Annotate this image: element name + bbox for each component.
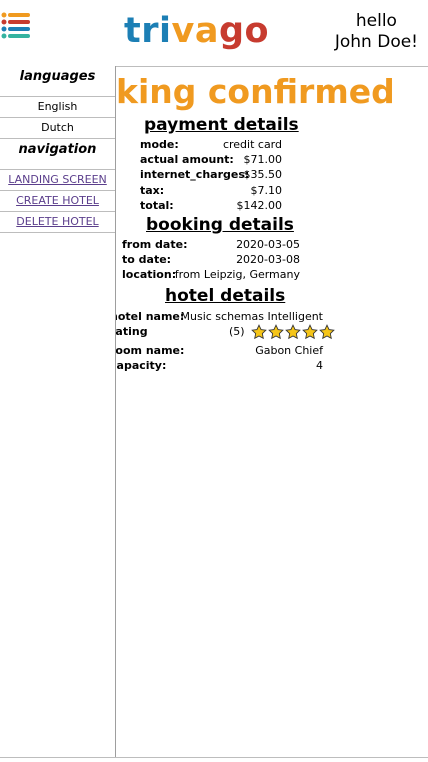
room-name-value: Gabon Chief (255, 344, 323, 357)
payment-label: actual amount: (140, 153, 234, 166)
greeting-line-1: hello (355, 11, 397, 31)
star-icon (319, 324, 335, 340)
languages-heading: languages (19, 69, 96, 84)
language-english[interactable]: English (0, 96, 115, 117)
payment-label: mode: (140, 138, 179, 151)
payment-value: $35.50 (243, 168, 283, 181)
logo-part-1: tri (124, 11, 172, 51)
payment-label: internet_charges: (140, 168, 250, 181)
trivago-logo[interactable]: trivago (124, 8, 269, 54)
payment-label: tax: (140, 184, 165, 197)
booking-label: location: (122, 268, 177, 281)
nav-landing-screen-link[interactable]: LANDING SCREEN (8, 173, 107, 186)
hotel-details-heading: hotel details (165, 286, 286, 306)
logo-part-3: go (218, 11, 270, 51)
payment-value: $71.00 (243, 153, 283, 166)
sidebar: languages English Dutch navigation LANDI… (0, 66, 116, 758)
booking-value: 2020-03-05 (236, 238, 300, 251)
payment-details-heading: payment details (144, 115, 299, 135)
booking-details-heading: booking details (146, 215, 294, 235)
logo-part-2: va (171, 11, 219, 51)
payment-label: total: (140, 199, 174, 212)
nav-create-hotel[interactable]: CREATE HOTEL (0, 190, 115, 211)
navigation-heading: navigation (18, 142, 97, 157)
room-name-label: room name: (116, 344, 185, 357)
language-dutch[interactable]: Dutch (0, 117, 115, 139)
booking-value: 2020-03-08 (236, 253, 300, 266)
hotel-name-value: Music schemas Intelligent (180, 310, 324, 323)
hotel-name-label: hotel name: (116, 310, 185, 323)
bottom-border (0, 757, 428, 758)
nav-landing-screen[interactable]: LANDING SCREEN (0, 169, 115, 190)
payment-value: credit card (222, 138, 282, 151)
page-title: king confirmed (116, 72, 395, 111)
user-greeting: hello John Doe! (335, 11, 418, 53)
capacity-value: 4 (316, 359, 323, 372)
main-content: king confirmed payment details mode: cre… (116, 67, 428, 758)
booking-value: from Leipzig, Germany (174, 268, 300, 281)
payment-value: $7.10 (250, 184, 283, 197)
rating-count: (5) (229, 325, 245, 338)
payment-value: $142.00 (236, 199, 283, 212)
star-icon (251, 324, 267, 340)
greeting-line-2: John Doe! (334, 32, 418, 52)
booking-label: to date: (122, 253, 172, 266)
rating-stars (251, 324, 335, 340)
star-icon (268, 324, 284, 340)
rating-label: rating (116, 325, 148, 338)
nav-create-hotel-link[interactable]: CREATE HOTEL (16, 194, 99, 207)
nav-delete-hotel[interactable]: DELETE HOTEL (0, 211, 115, 233)
booking-label: from date: (122, 238, 188, 251)
top-header: trivago hello John Doe! (0, 0, 428, 67)
nav-delete-hotel-link[interactable]: DELETE HOTEL (16, 215, 98, 228)
star-icon (302, 324, 318, 340)
star-icon (285, 324, 301, 340)
capacity-label: capacity: (116, 359, 167, 372)
hotel-row-rating: rating (5) (116, 324, 335, 342)
list-icon[interactable] (1, 10, 31, 42)
